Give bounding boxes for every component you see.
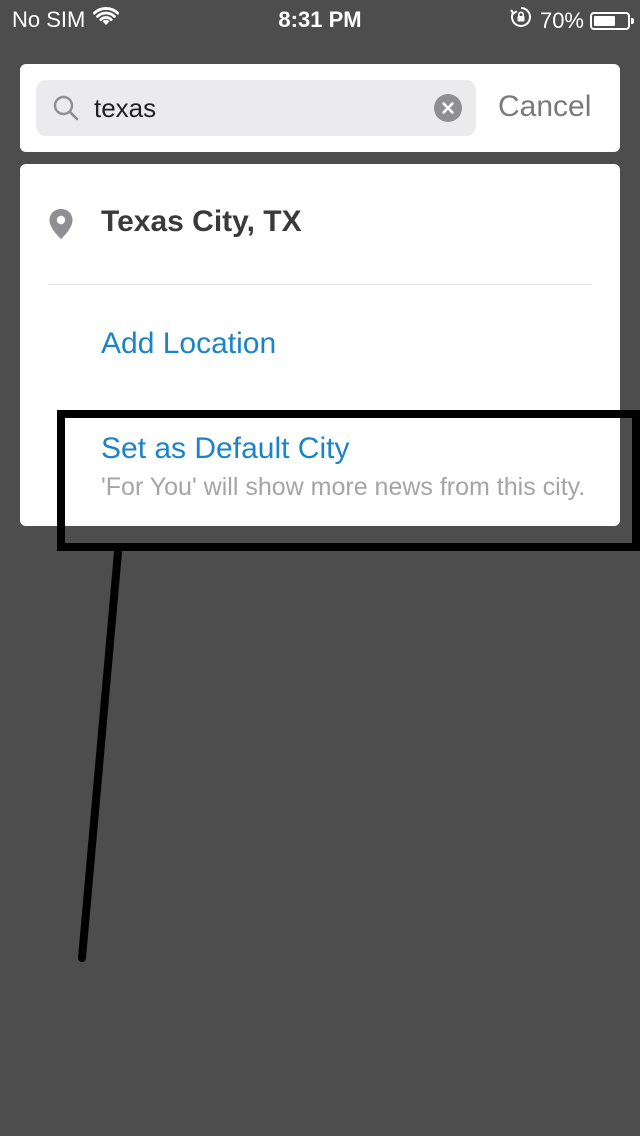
- battery-percent: 70%: [539, 7, 584, 33]
- search-icon: [52, 94, 80, 122]
- battery-fill: [594, 15, 616, 26]
- cancel-button[interactable]: Cancel: [498, 86, 591, 128]
- battery-icon: [590, 11, 634, 30]
- clear-icon: [442, 102, 454, 114]
- clear-search-button[interactable]: [434, 94, 462, 122]
- result-item-texas-city[interactable]: Texas City, TX: [20, 164, 620, 284]
- result-item-label: Texas City, TX: [101, 205, 302, 238]
- add-location-button[interactable]: Add Location: [101, 324, 276, 364]
- battery-tip: [631, 17, 634, 24]
- battery-status: 70%: [510, 6, 634, 35]
- divider: [48, 284, 592, 285]
- search-field[interactable]: [36, 80, 476, 136]
- rotation-lock-icon: [510, 6, 532, 35]
- status-bar: No SIM 8:31 PM 70%: [0, 0, 640, 40]
- search-input[interactable]: [94, 88, 414, 128]
- search-card: Cancel: [20, 64, 620, 152]
- annotation-highlight-box: [57, 410, 640, 551]
- location-pin-icon: [48, 208, 74, 240]
